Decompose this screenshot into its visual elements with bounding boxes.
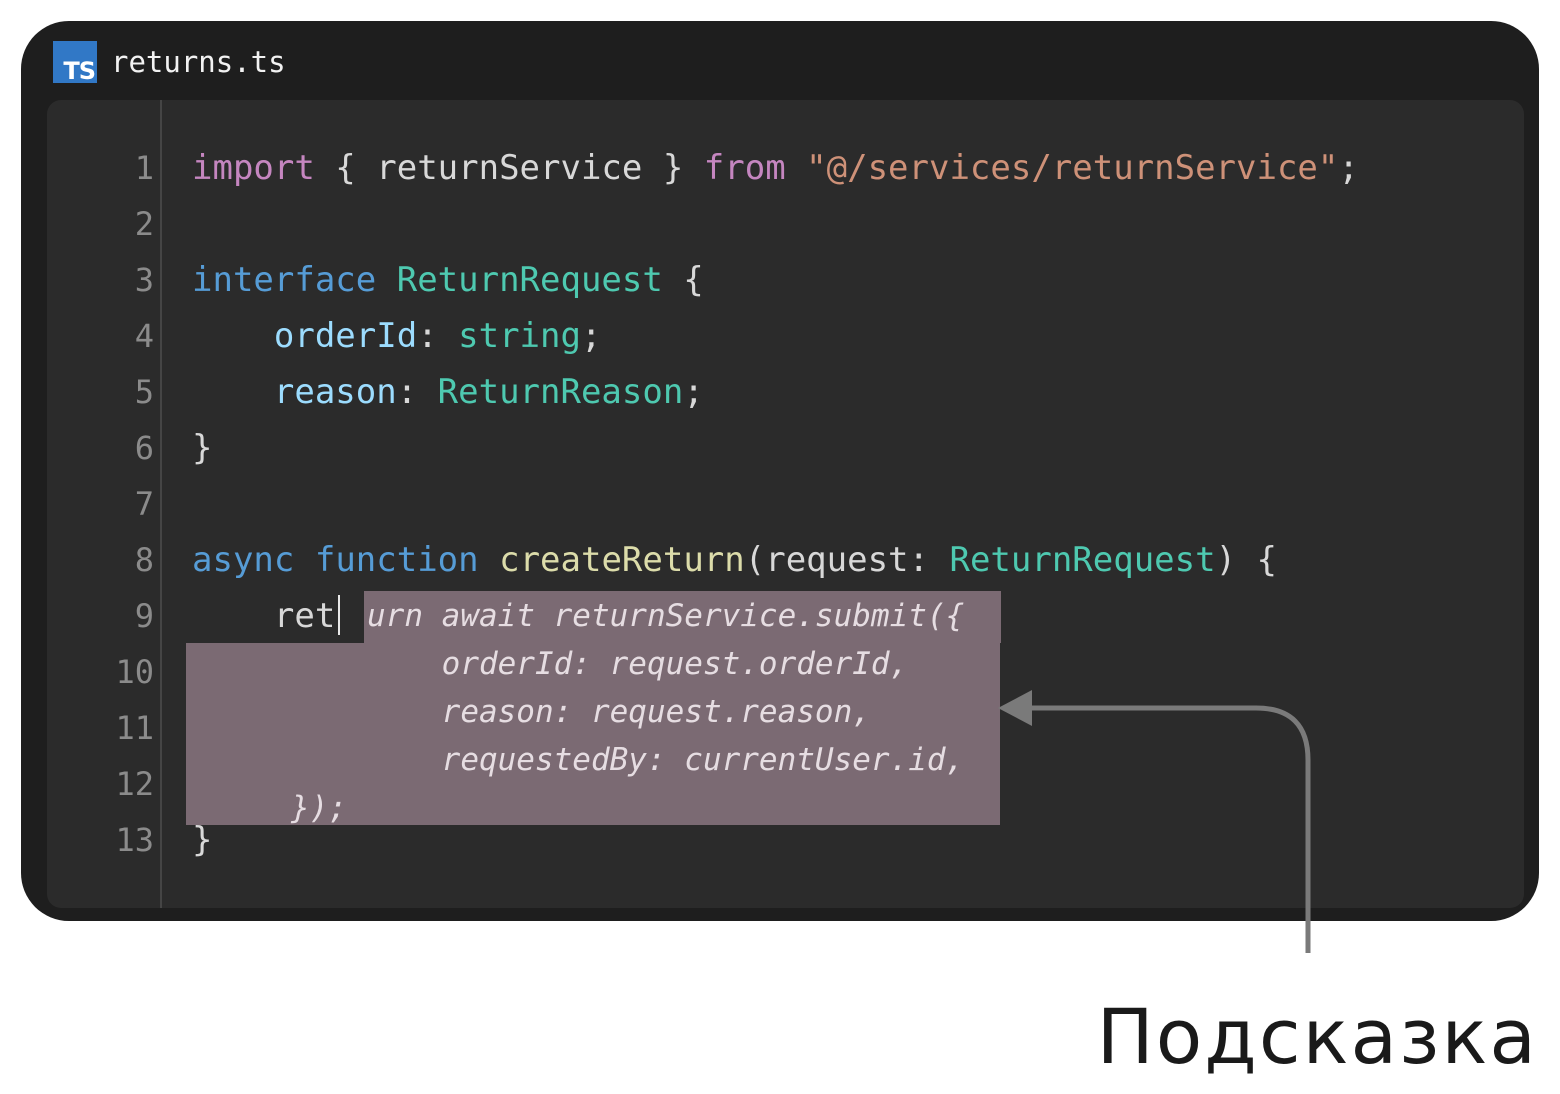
annotation-label: Подсказка bbox=[1096, 992, 1538, 1081]
annotation-arrow bbox=[998, 690, 1311, 953]
arrow-head-icon bbox=[998, 690, 1032, 726]
arrow-line bbox=[1030, 705, 1311, 953]
